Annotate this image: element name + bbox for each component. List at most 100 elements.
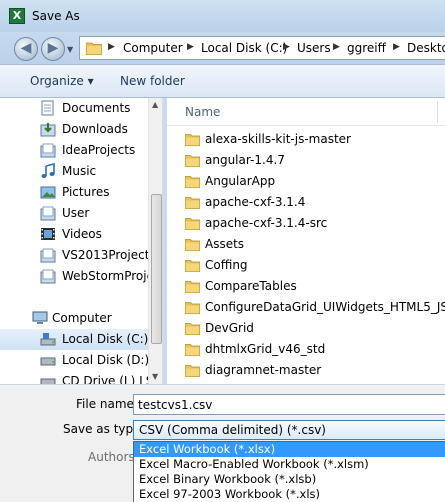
file-list-item-label: angular-1.4.7	[205, 153, 285, 167]
type-option-xls[interactable]: Excel 97-2003 Workbook (*.xls)	[134, 487, 445, 502]
save-as-type-select[interactable]: CSV (Comma delimited) (*.csv)	[133, 420, 445, 440]
scroll-up-icon[interactable]: ▲	[152, 100, 158, 109]
nav-item-ideaprojects[interactable]: IdeaProjects	[0, 140, 148, 161]
folder-icon	[40, 143, 56, 158]
breadcrumb-separator-icon[interactable]: ▶	[333, 42, 340, 52]
folder-icon	[86, 42, 102, 55]
breadcrumb-ggreiff[interactable]: ggreiff	[347, 41, 386, 55]
nav-item-vs2013projects[interactable]: VS2013Projects	[0, 245, 156, 266]
breadcrumb-separator-icon[interactable]: ▶	[393, 42, 400, 52]
nav-item-music[interactable]: Music	[0, 161, 148, 182]
folder-icon	[185, 239, 200, 251]
nav-item-label: Pictures	[62, 185, 110, 199]
computer-icon	[32, 311, 48, 324]
cd-drive-icon	[40, 378, 56, 384]
scrollbar-thumb[interactable]	[151, 194, 162, 344]
command-toolbar: Organize ▾ New folder	[0, 64, 445, 98]
file-list-item-label: Coffing	[205, 258, 248, 272]
title-bar[interactable]: X Save As	[0, 0, 445, 32]
nav-item-user[interactable]: User	[0, 203, 148, 224]
file-list-item[interactable]: Coffing	[167, 255, 445, 276]
file-list-item[interactable]: DevGrid	[167, 318, 445, 339]
nav-item-computer[interactable]: Computer	[0, 308, 148, 329]
file-list-item[interactable]: dhtmlxGrid_v46_std	[167, 339, 445, 360]
breadcrumb-separator-icon[interactable]: ▶	[283, 42, 290, 52]
type-option-xlsm[interactable]: Excel Macro-Enabled Workbook (*.xlsm)	[134, 457, 445, 472]
forward-button[interactable]: ▶	[41, 37, 65, 61]
organize-button[interactable]: Organize ▾	[30, 74, 94, 88]
nav-item-videos[interactable]: Videos	[0, 224, 148, 245]
breadcrumb-separator-icon[interactable]: ▶	[108, 42, 115, 52]
folder-icon	[185, 197, 200, 209]
file-name-input[interactable]	[133, 394, 445, 415]
nav-item-local-disk-c[interactable]: Local Disk (C:)	[0, 329, 148, 350]
hard-drive-icon	[40, 333, 56, 346]
excel-app-icon: X	[9, 8, 25, 24]
breadcrumb-separator-icon[interactable]: ▶	[187, 42, 194, 52]
folder-icon	[185, 134, 200, 146]
address-bar[interactable]: ▶ Computer ▶ Local Disk (C:) ▶ Users ▶ g…	[79, 36, 445, 60]
file-list-item-label: ConfigureDataGrid_UIWidgets_HTML5_JS...	[205, 300, 445, 314]
nav-item-label: Local Disk (C:)	[62, 332, 149, 346]
nav-item-label: IdeaProjects	[62, 143, 136, 157]
file-list-item[interactable]: alexa-skills-kit-js-master	[167, 129, 445, 150]
nav-item-pictures[interactable]: Pictures	[0, 182, 148, 203]
navigation-pane-scrollbar[interactable]: ▲ ▼	[148, 98, 162, 384]
nav-item-label: CD Drive (L) LS	[62, 374, 154, 384]
authors-label: Authors:	[88, 450, 139, 464]
file-list-item[interactable]: diagramnet-master	[167, 360, 445, 381]
pictures-icon	[40, 186, 56, 199]
file-name-label: File name:	[76, 397, 138, 411]
file-list-item-label: alexa-skills-kit-js-master	[205, 132, 351, 146]
save-as-type-value: CSV (Comma delimited) (*.csv)	[139, 423, 326, 437]
new-folder-button[interactable]: New folder	[120, 74, 185, 88]
window-title: Save As	[32, 9, 80, 23]
nav-item-cd-drive[interactable]: CD Drive (L) LS	[0, 371, 153, 384]
nav-item-label: Downloads	[62, 122, 128, 136]
breadcrumb-desktop[interactable]: Desktop	[407, 41, 445, 55]
hard-drive-icon	[40, 357, 56, 366]
file-list-item[interactable]: apache-cxf-3.1.4	[167, 192, 445, 213]
column-header-name[interactable]: Name	[167, 98, 445, 126]
nav-item-label: VS2013Projects	[62, 248, 156, 262]
file-list-pane: Name alexa-skills-kit-js-master angular-1…	[167, 98, 445, 384]
documents-icon	[41, 100, 54, 116]
recent-pages-dropdown-icon[interactable]: ▼	[67, 45, 73, 54]
column-divider[interactable]	[437, 101, 438, 123]
save-form: File name: Save as type: CSV (Comma deli…	[0, 384, 445, 502]
save-as-type-dropdown-list[interactable]: Excel Workbook (*.xlsx) Excel Macro-Enab…	[133, 441, 445, 502]
downloads-icon	[40, 123, 56, 137]
nav-item-label: User	[62, 206, 90, 220]
folder-icon	[185, 176, 200, 188]
folder-icon	[185, 218, 200, 230]
file-list-item[interactable]: angular-1.4.7	[167, 150, 445, 171]
folder-icon	[185, 302, 200, 314]
file-list-item-label: diagramnet-master	[205, 363, 322, 377]
folder-icon	[185, 344, 200, 356]
back-button[interactable]: ◀	[14, 37, 38, 61]
folder-icon	[40, 269, 56, 284]
breadcrumb-computer[interactable]: Computer	[123, 41, 183, 55]
file-list-item[interactable]: AngularApp	[167, 171, 445, 192]
nav-item-webstormprojects[interactable]: WebStormProje	[0, 266, 154, 287]
nav-item-documents[interactable]: Documents	[0, 98, 148, 119]
file-list-item-label: apache-cxf-3.1.4-src	[205, 216, 328, 230]
file-list-item[interactable]: ConfigureDataGrid_UIWidgets_HTML5_JS...	[167, 297, 445, 318]
nav-item-label: Local Disk (D:)	[62, 353, 150, 367]
scroll-down-icon[interactable]: ▼	[152, 372, 158, 381]
type-option-xlsb[interactable]: Excel Binary Workbook (*.xlsb)	[134, 472, 445, 487]
breadcrumb-local-disk[interactable]: Local Disk (C:)	[201, 41, 287, 55]
breadcrumb-users[interactable]: Users	[297, 41, 331, 55]
videos-icon	[41, 228, 55, 240]
user-folder-icon	[40, 206, 56, 221]
nav-item-label: Music	[62, 164, 97, 178]
file-list-item-label: AngularApp	[205, 174, 276, 188]
file-list-item[interactable]: apache-cxf-3.1.4-src	[167, 213, 445, 234]
nav-item-downloads[interactable]: Downloads	[0, 119, 148, 140]
file-list-item[interactable]: CompareTables	[167, 276, 445, 297]
type-option-xlsx[interactable]: Excel Workbook (*.xlsx)	[134, 442, 445, 457]
file-list-item[interactable]: Assets	[167, 234, 445, 255]
nav-item-label: Computer	[52, 311, 112, 325]
nav-item-local-disk-d[interactable]: Local Disk (D:)	[0, 350, 150, 371]
file-list-item-label: CompareTables	[205, 279, 297, 293]
